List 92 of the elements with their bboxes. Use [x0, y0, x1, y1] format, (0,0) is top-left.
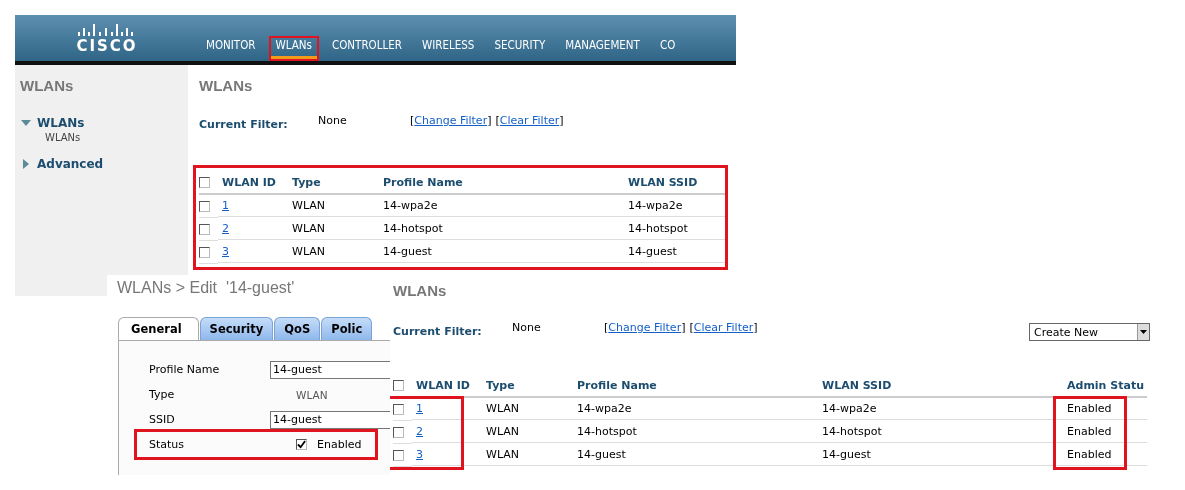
- filter-value: None: [318, 114, 348, 127]
- filter-label: Current Filter:: [199, 118, 289, 131]
- column-header: Profile Name: [379, 171, 624, 195]
- bracket: [: [604, 321, 609, 334]
- checkbox[interactable]: [296, 439, 307, 450]
- nav-tab[interactable]: MONITOR: [199, 36, 263, 61]
- caret-icon: [1140, 330, 1147, 334]
- field-label: Status: [149, 438, 186, 451]
- checkbox[interactable]: [393, 449, 404, 461]
- nav-tab[interactable]: CO: [652, 36, 683, 61]
- column-header: Type: [482, 374, 573, 398]
- table-cell: 14-hotspot: [624, 218, 725, 240]
- wlan-id-link[interactable]: 2: [416, 425, 423, 438]
- sidebar-subitem[interactable]: WLANs: [45, 132, 81, 143]
- table-cell: 14-wpa2e: [818, 398, 1063, 420]
- tab[interactable]: Security: [199, 317, 274, 340]
- table-cell: WLAN: [482, 444, 573, 466]
- nav-tab[interactable]: SECURITY: [487, 36, 553, 61]
- field-label: SSID: [149, 413, 176, 426]
- field-value: WLAN: [296, 388, 328, 401]
- column-header: Type: [288, 171, 379, 195]
- bracket: ]: [487, 114, 492, 127]
- page-title: WLANs: [199, 77, 253, 94]
- table-cell: Enabled: [1063, 398, 1147, 420]
- wlan-id-link[interactable]: 1: [416, 402, 423, 415]
- checkbox-label: Enabled: [317, 438, 362, 451]
- input-field[interactable]: 14-guest: [270, 360, 390, 379]
- create-dropdown[interactable]: Create New: [1029, 323, 1150, 341]
- table-cell: Enabled: [1063, 444, 1147, 466]
- nav-tab[interactable]: WIRELESS: [415, 36, 482, 61]
- checkbox[interactable]: [393, 403, 404, 415]
- table-cell: WLAN: [288, 241, 379, 263]
- sidebar-title: WLANs: [20, 77, 74, 94]
- nav-tab[interactable]: MANAGEMENT: [558, 36, 647, 61]
- field-label: Profile Name: [149, 363, 221, 376]
- filter-value: None: [512, 321, 542, 334]
- nav-tab[interactable]: WLANs: [268, 36, 319, 61]
- column-header: Profile Name: [573, 374, 818, 398]
- column-header: WLAN ID: [412, 374, 482, 398]
- sidebar-item[interactable]: Advanced: [37, 157, 104, 171]
- filter-link[interactable]: Change Filter: [414, 114, 488, 127]
- wlan-id-link[interactable]: 3: [222, 245, 229, 258]
- bracket: ]: [681, 321, 686, 334]
- table-cell: 14-hotspot: [379, 218, 624, 240]
- wlan-id-link[interactable]: 3: [416, 448, 423, 461]
- table-cell: WLAN: [288, 195, 379, 217]
- page-title: WLANs > Edit '14-guest': [117, 279, 295, 297]
- bracket: ]: [559, 114, 564, 127]
- collapsed-triangle-icon[interactable]: [21, 159, 31, 169]
- bracket: [: [410, 114, 415, 127]
- checkbox[interactable]: [393, 379, 404, 391]
- checkbox[interactable]: [199, 246, 210, 258]
- table-cell: 14-wpa2e: [573, 398, 818, 420]
- column-header: Admin Statu: [1063, 374, 1147, 398]
- sidebar-item[interactable]: WLANs: [37, 116, 85, 130]
- table-cell: 14-hotspot: [818, 421, 1063, 443]
- tab[interactable]: Polic: [321, 317, 373, 340]
- table-cell: Enabled: [1063, 421, 1147, 443]
- nav-tab[interactable]: CONTROLLER: [325, 36, 409, 61]
- table-cell: WLAN: [482, 398, 573, 420]
- field-label: Type: [149, 388, 176, 401]
- column-header: WLAN SSID: [818, 374, 1063, 398]
- table-cell: 14-guest: [818, 444, 1063, 466]
- table-cell: WLAN: [482, 421, 573, 443]
- table-cell: WLAN: [288, 218, 379, 240]
- bracket: [: [495, 114, 500, 127]
- table-cell: 14-hotspot: [573, 421, 818, 443]
- checkbox[interactable]: [199, 200, 210, 212]
- column-header: WLAN SSID: [624, 171, 725, 195]
- table-cell: 14-guest: [573, 444, 818, 466]
- table-cell: 14-guest: [624, 241, 725, 263]
- column-header: WLAN ID: [218, 171, 288, 195]
- checkbox[interactable]: [199, 176, 210, 188]
- table-cell: 14-wpa2e: [624, 195, 725, 217]
- checkbox[interactable]: [199, 223, 210, 235]
- wlan-id-link[interactable]: 2: [222, 222, 229, 235]
- filter-link[interactable]: Change Filter: [608, 321, 682, 334]
- tab[interactable]: QoS: [274, 317, 321, 340]
- expanded-triangle-icon[interactable]: [21, 118, 31, 128]
- input-field[interactable]: 14-guest: [270, 410, 390, 429]
- page-title: WLANs: [393, 282, 447, 299]
- bracket: ]: [753, 321, 758, 334]
- bracket: [: [689, 321, 694, 334]
- filter-link[interactable]: Clear Filter: [693, 321, 754, 334]
- table-cell: 14-wpa2e: [379, 195, 624, 217]
- filter-link[interactable]: Clear Filter: [499, 114, 560, 127]
- logo-text: CISCO: [76, 37, 138, 55]
- checkbox[interactable]: [393, 426, 404, 438]
- wlan-id-link[interactable]: 1: [222, 199, 229, 212]
- table-cell: 14-guest: [379, 241, 624, 263]
- tab[interactable]: General: [118, 317, 199, 340]
- filter-label: Current Filter:: [393, 325, 483, 338]
